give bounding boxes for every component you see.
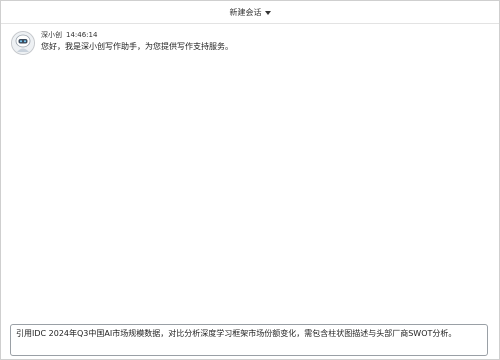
assistant-avatar-icon: [11, 31, 35, 55]
chat-window: 新建会话 深小创 14:46:14 您好，我是深小创写作助手，为您提供写作支持服…: [0, 0, 500, 360]
caret-down-icon: [264, 10, 271, 15]
message-input[interactable]: 引用IDC 2024年Q3中国AI市场规模数据，对比分析深度学习框架市场份额变化…: [10, 324, 488, 356]
message-item: 深小创 14:46:14 您好，我是深小创写作助手，为您提供写作支持服务。: [11, 31, 233, 55]
message-time: 14:46:14: [66, 31, 98, 39]
message-meta: 深小创 14:46:14: [41, 31, 233, 40]
new-session-dropdown[interactable]: 新建会话: [230, 7, 271, 18]
message-text: 您好，我是深小创写作助手，为您提供写作支持服务。: [41, 42, 233, 51]
sender-name: 深小创: [41, 31, 62, 39]
message-body: 深小创 14:46:14 您好，我是深小创写作助手，为您提供写作支持服务。: [41, 31, 233, 52]
top-bar: 新建会话: [1, 1, 499, 24]
new-session-label: 新建会话: [229, 7, 262, 17]
